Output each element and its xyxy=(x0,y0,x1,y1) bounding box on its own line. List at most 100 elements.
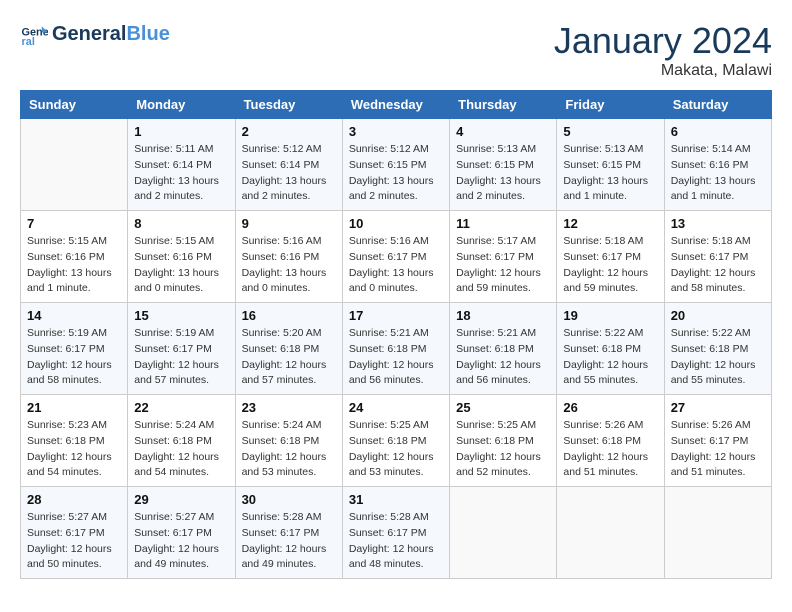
calendar-cell: 7 Sunrise: 5:15 AMSunset: 6:16 PMDaylight… xyxy=(21,211,128,303)
day-number: 15 xyxy=(134,308,228,323)
day-number: 29 xyxy=(134,492,228,507)
calendar-cell: 11Sunrise: 5:17 AMSunset: 6:17 PMDayligh… xyxy=(450,211,557,303)
day-info: Sunrise: 5:23 AMSunset: 6:18 PMDaylight:… xyxy=(27,418,121,481)
day-number: 11 xyxy=(456,216,550,231)
calendar-cell: 15 Sunrise: 5:19 AMSunset: 6:17 PMDayligh… xyxy=(128,303,235,395)
day-info: Sunrise: 5:27 AMSunset: 6:17 PMDaylight:… xyxy=(134,510,228,573)
logo: Gene ral GeneralBlue xyxy=(20,20,170,48)
weekday-header-cell: Sunday xyxy=(21,91,128,119)
calendar-cell xyxy=(557,487,664,579)
calendar-cell: 13Sunrise: 5:18 AMSunset: 6:17 PMDayligh… xyxy=(664,211,771,303)
day-info: Sunrise: 5:21 AMSunset: 6:18 PMDaylight:… xyxy=(456,326,550,389)
day-info: Sunrise: 5:13 AMSunset: 6:15 PMDaylight:… xyxy=(456,142,550,205)
calendar-cell xyxy=(664,487,771,579)
day-number: 2 xyxy=(242,124,336,139)
day-number: 12 xyxy=(563,216,657,231)
day-info: Sunrise: 5:11 AMSunset: 6:14 PMDaylight:… xyxy=(134,142,228,205)
day-info: Sunrise: 5:27 AMSunset: 6:17 PMDaylight:… xyxy=(27,510,121,573)
day-info: Sunrise: 5:12 AMSunset: 6:15 PMDaylight:… xyxy=(349,142,443,205)
calendar-cell: 23Sunrise: 5:24 AMSunset: 6:18 PMDayligh… xyxy=(235,395,342,487)
logo-text: GeneralBlue xyxy=(52,23,170,45)
day-info: Sunrise: 5:24 AMSunset: 6:18 PMDaylight:… xyxy=(134,418,228,481)
day-info: Sunrise: 5:20 AMSunset: 6:18 PMDaylight:… xyxy=(242,326,336,389)
calendar-cell: 3Sunrise: 5:12 AMSunset: 6:15 PMDaylight… xyxy=(342,119,449,211)
weekday-header-cell: Tuesday xyxy=(235,91,342,119)
weekday-header-cell: Thursday xyxy=(450,91,557,119)
day-number: 10 xyxy=(349,216,443,231)
weekday-header-row: SundayMondayTuesdayWednesdayThursdayFrid… xyxy=(21,91,772,119)
weekday-header-cell: Monday xyxy=(128,91,235,119)
calendar-cell: 9 Sunrise: 5:16 AMSunset: 6:16 PMDaylight… xyxy=(235,211,342,303)
calendar-cell: 19 Sunrise: 5:22 AMSunset: 6:18 PMDayligh… xyxy=(557,303,664,395)
calendar-cell: 16Sunrise: 5:20 AMSunset: 6:18 PMDayligh… xyxy=(235,303,342,395)
day-number: 21 xyxy=(27,400,121,415)
day-info: Sunrise: 5:14 AMSunset: 6:16 PMDaylight:… xyxy=(671,142,765,205)
calendar-cell: 24Sunrise: 5:25 AMSunset: 6:18 PMDayligh… xyxy=(342,395,449,487)
day-number: 6 xyxy=(671,124,765,139)
day-info: Sunrise: 5:15 AMSunset: 6:16 PMDaylight:… xyxy=(134,234,228,297)
calendar-cell: 20 Sunrise: 5:22 AMSunset: 6:18 PMDayligh… xyxy=(664,303,771,395)
day-info: Sunrise: 5:22 AMSunset: 6:18 PMDaylight:… xyxy=(671,326,765,389)
calendar-cell: 31 Sunrise: 5:28 AMSunset: 6:17 PMDayligh… xyxy=(342,487,449,579)
day-number: 7 xyxy=(27,216,121,231)
day-info: Sunrise: 5:16 AMSunset: 6:16 PMDaylight:… xyxy=(242,234,336,297)
day-info: Sunrise: 5:26 AMSunset: 6:18 PMDaylight:… xyxy=(563,418,657,481)
calendar-cell: 30Sunrise: 5:28 AMSunset: 6:17 PMDayligh… xyxy=(235,487,342,579)
day-info: Sunrise: 5:22 AMSunset: 6:18 PMDaylight:… xyxy=(563,326,657,389)
day-number: 19 xyxy=(563,308,657,323)
calendar-cell xyxy=(450,487,557,579)
calendar-cell: 26Sunrise: 5:26 AMSunset: 6:18 PMDayligh… xyxy=(557,395,664,487)
day-info: Sunrise: 5:16 AMSunset: 6:17 PMDaylight:… xyxy=(349,234,443,297)
svg-text:ral: ral xyxy=(22,36,35,48)
calendar-cell: 1 Sunrise: 5:11 AMSunset: 6:14 PMDaylight… xyxy=(128,119,235,211)
day-number: 22 xyxy=(134,400,228,415)
page-header: Gene ral GeneralBlue January 2024 Makata… xyxy=(20,20,772,80)
day-info: Sunrise: 5:25 AMSunset: 6:18 PMDaylight:… xyxy=(349,418,443,481)
day-number: 23 xyxy=(242,400,336,415)
day-info: Sunrise: 5:18 AMSunset: 6:17 PMDaylight:… xyxy=(563,234,657,297)
calendar-cell: 17Sunrise: 5:21 AMSunset: 6:18 PMDayligh… xyxy=(342,303,449,395)
day-info: Sunrise: 5:26 AMSunset: 6:17 PMDaylight:… xyxy=(671,418,765,481)
day-number: 14 xyxy=(27,308,121,323)
day-number: 13 xyxy=(671,216,765,231)
day-number: 20 xyxy=(671,308,765,323)
weekday-header-cell: Saturday xyxy=(664,91,771,119)
day-number: 27 xyxy=(671,400,765,415)
calendar-cell: 22 Sunrise: 5:24 AMSunset: 6:18 PMDayligh… xyxy=(128,395,235,487)
calendar-week-row: 28 Sunrise: 5:27 AMSunset: 6:17 PMDayligh… xyxy=(21,487,772,579)
calendar-cell: 14 Sunrise: 5:19 AMSunset: 6:17 PMDayligh… xyxy=(21,303,128,395)
day-number: 9 xyxy=(242,216,336,231)
day-number: 30 xyxy=(242,492,336,507)
calendar-cell xyxy=(21,119,128,211)
calendar-body: 1 Sunrise: 5:11 AMSunset: 6:14 PMDaylight… xyxy=(21,119,772,579)
day-number: 5 xyxy=(563,124,657,139)
day-info: Sunrise: 5:25 AMSunset: 6:18 PMDaylight:… xyxy=(456,418,550,481)
day-info: Sunrise: 5:28 AMSunset: 6:17 PMDaylight:… xyxy=(349,510,443,573)
day-number: 8 xyxy=(134,216,228,231)
weekday-header-cell: Wednesday xyxy=(342,91,449,119)
calendar-week-row: 14 Sunrise: 5:19 AMSunset: 6:17 PMDayligh… xyxy=(21,303,772,395)
day-number: 25 xyxy=(456,400,550,415)
calendar-cell: 6 Sunrise: 5:14 AMSunset: 6:16 PMDaylight… xyxy=(664,119,771,211)
day-info: Sunrise: 5:19 AMSunset: 6:17 PMDaylight:… xyxy=(134,326,228,389)
calendar-week-row: 21 Sunrise: 5:23 AMSunset: 6:18 PMDayligh… xyxy=(21,395,772,487)
calendar-cell: 25 Sunrise: 5:25 AMSunset: 6:18 PMDayligh… xyxy=(450,395,557,487)
calendar-cell: 28 Sunrise: 5:27 AMSunset: 6:17 PMDayligh… xyxy=(21,487,128,579)
day-info: Sunrise: 5:21 AMSunset: 6:18 PMDaylight:… xyxy=(349,326,443,389)
calendar-week-row: 1 Sunrise: 5:11 AMSunset: 6:14 PMDaylight… xyxy=(21,119,772,211)
calendar-cell: 2Sunrise: 5:12 AMSunset: 6:14 PMDaylight… xyxy=(235,119,342,211)
day-info: Sunrise: 5:15 AMSunset: 6:16 PMDaylight:… xyxy=(27,234,121,297)
title-block: January 2024 Makata, Malawi xyxy=(554,20,772,80)
day-info: Sunrise: 5:13 AMSunset: 6:15 PMDaylight:… xyxy=(563,142,657,205)
calendar-cell: 4Sunrise: 5:13 AMSunset: 6:15 PMDaylight… xyxy=(450,119,557,211)
day-number: 28 xyxy=(27,492,121,507)
calendar-cell: 8 Sunrise: 5:15 AMSunset: 6:16 PMDaylight… xyxy=(128,211,235,303)
day-info: Sunrise: 5:19 AMSunset: 6:17 PMDaylight:… xyxy=(27,326,121,389)
weekday-header-cell: Friday xyxy=(557,91,664,119)
calendar-cell: 21 Sunrise: 5:23 AMSunset: 6:18 PMDayligh… xyxy=(21,395,128,487)
calendar-cell: 10 Sunrise: 5:16 AMSunset: 6:17 PMDayligh… xyxy=(342,211,449,303)
day-number: 31 xyxy=(349,492,443,507)
calendar-table: SundayMondayTuesdayWednesdayThursdayFrid… xyxy=(20,90,772,579)
logo-icon: Gene ral xyxy=(20,20,48,48)
day-number: 1 xyxy=(134,124,228,139)
